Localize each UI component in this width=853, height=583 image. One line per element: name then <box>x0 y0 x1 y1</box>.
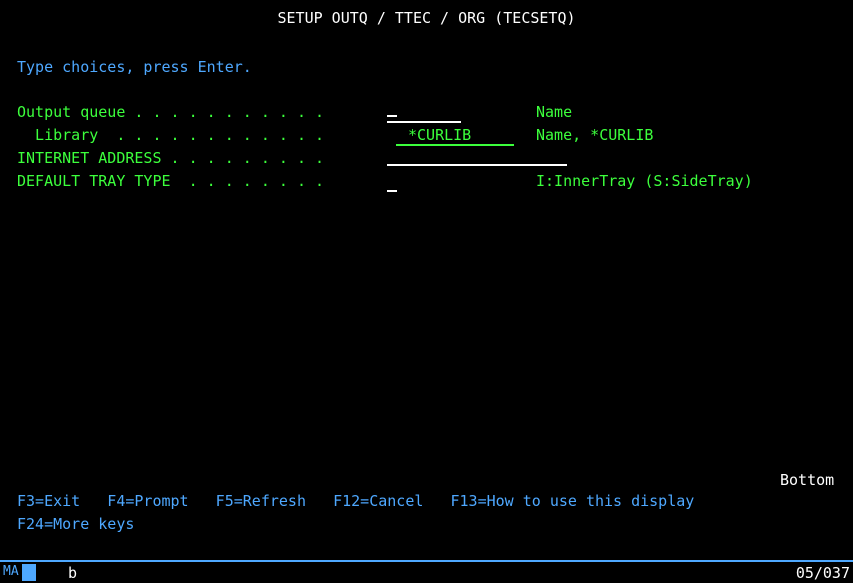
output-queue-label: Output queue . . . . . . . . . . . <box>17 103 325 121</box>
screen-title: SETUP OUTQ / TTEC / ORG (TECSETQ) <box>277 9 576 27</box>
default-tray-type-label: DEFAULT TRAY TYPE . . . . . . . . <box>17 172 325 190</box>
function-keys-line-2[interactable]: F24=More keys <box>17 515 134 533</box>
cursor-position: 05/037 <box>795 564 850 582</box>
output-queue-help: Name <box>536 103 573 121</box>
internet-address-input[interactable] <box>387 146 567 166</box>
library-label: Library . . . . . . . . . . . . <box>17 126 325 144</box>
mode-indicator: MA <box>3 564 19 579</box>
status-divider <box>0 560 853 562</box>
status-indicator: b <box>68 564 78 582</box>
library-input[interactable]: *CURLIB <box>396 126 514 146</box>
default-tray-type-input[interactable] <box>387 172 397 192</box>
more-indicator: Bottom <box>780 471 835 489</box>
input-inhibited-block <box>22 564 36 581</box>
default-tray-type-help: I:InnerTray (S:SideTray) <box>536 172 753 190</box>
function-keys-line-1[interactable]: F3=Exit F4=Prompt F5=Refresh F12=Cancel … <box>17 492 694 510</box>
internet-address-label: INTERNET ADDRESS . . . . . . . . . <box>17 149 325 167</box>
library-help: Name, *CURLIB <box>536 126 654 144</box>
output-queue-input[interactable] <box>387 103 461 123</box>
text-cursor <box>387 115 397 117</box>
instruction-text: Type choices, press Enter. <box>17 58 252 76</box>
